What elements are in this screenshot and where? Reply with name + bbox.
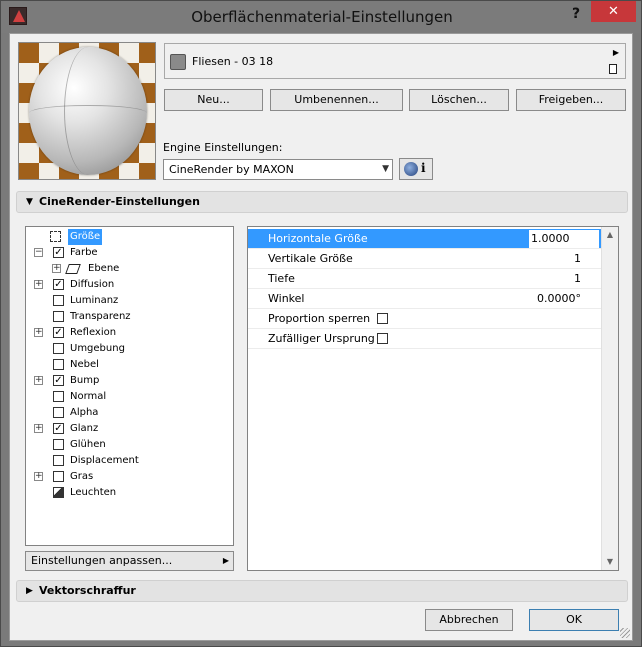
checkbox[interactable] xyxy=(53,391,64,402)
tree-item-groesse[interactable]: Größe xyxy=(26,229,232,245)
share-button[interactable]: Freigeben... xyxy=(516,89,626,111)
preview-sphere xyxy=(29,47,147,175)
engine-label: Engine Einstellungen: xyxy=(163,141,283,154)
triangle-right-icon: ▶ xyxy=(26,586,33,596)
checkbox[interactable] xyxy=(53,407,64,418)
tree-item-luminanz[interactable]: Luminanz xyxy=(26,293,232,309)
vertical-size-value[interactable]: 1 xyxy=(574,249,581,269)
tree-item-bump[interactable]: + ✓ Bump xyxy=(26,373,232,389)
engine-select[interactable]: CineRender by MAXON ▼ xyxy=(163,159,393,180)
scroll-up-icon[interactable]: ▲ xyxy=(602,227,618,243)
chevron-down-icon: ▼ xyxy=(382,164,389,174)
ok-button[interactable]: OK xyxy=(529,609,619,631)
random-origin-checkbox[interactable] xyxy=(377,333,388,344)
expand-icon[interactable]: + xyxy=(34,280,43,289)
material-swatch xyxy=(170,54,186,70)
new-button[interactable]: Neu... xyxy=(164,89,263,111)
checkbox[interactable] xyxy=(53,455,64,466)
material-preview xyxy=(18,42,156,180)
cinerender-section-title: CineRender-Einstellungen xyxy=(39,195,200,208)
property-row-random-origin[interactable]: Zufälliger Ursprung xyxy=(248,329,601,349)
tree-item-umgebung[interactable]: Umgebung xyxy=(26,341,232,357)
dialog-content: Fliesen - 03 18 ▶ Neu... Umbenennen... L… xyxy=(9,33,633,641)
document-icon[interactable] xyxy=(609,64,617,74)
archicad-app-icon xyxy=(9,7,27,25)
checkbox[interactable] xyxy=(53,359,64,370)
checkbox[interactable]: ✓ xyxy=(53,247,64,258)
cancel-button[interactable]: Abbrechen xyxy=(425,609,513,631)
customize-settings-label: Einstellungen anpassen... xyxy=(31,554,173,567)
tree-item-nebel[interactable]: Nebel xyxy=(26,357,232,373)
close-button[interactable]: ✕ xyxy=(591,1,636,22)
checkbox[interactable] xyxy=(53,295,64,306)
customize-settings-button[interactable]: Einstellungen anpassen... ▶ xyxy=(25,551,234,571)
property-scrollbar[interactable]: ▲ ▼ xyxy=(601,227,618,570)
material-name: Fliesen - 03 18 xyxy=(192,55,274,68)
rename-button[interactable]: Umbenennen... xyxy=(270,89,403,111)
checkbox[interactable] xyxy=(50,231,61,242)
collapse-icon[interactable]: − xyxy=(34,248,43,257)
checkbox[interactable]: ✓ xyxy=(53,375,64,386)
layers-icon xyxy=(65,264,81,274)
expand-icon[interactable]: + xyxy=(34,424,43,433)
lock-proportion-checkbox[interactable] xyxy=(377,313,388,324)
property-grid[interactable]: Horizontale Größe 1.0000 Vertikale Größe… xyxy=(247,226,619,571)
dialog-window: Oberflächenmaterial-Einstellungen ? ✕ Fl… xyxy=(0,0,642,647)
engine-info-button[interactable]: i xyxy=(399,158,433,180)
tree-item-leuchten[interactable]: Leuchten xyxy=(26,485,232,501)
property-row-lock-proportion[interactable]: Proportion sperren xyxy=(248,309,601,329)
vector-hatch-section-header[interactable]: ▶ Vektorschraffur xyxy=(16,580,628,602)
material-selector[interactable]: Fliesen - 03 18 ▶ xyxy=(164,43,626,79)
expand-icon[interactable]: + xyxy=(34,472,43,481)
tree-item-displacement[interactable]: Displacement xyxy=(26,453,232,469)
tree-item-ebene[interactable]: + Ebene xyxy=(26,261,232,277)
tree-item-reflexion[interactable]: + ✓ Reflexion xyxy=(26,325,232,341)
checkbox[interactable]: ✓ xyxy=(53,327,64,338)
tree-item-alpha[interactable]: Alpha xyxy=(26,405,232,421)
tree-item-diffusion[interactable]: + ✓ Diffusion xyxy=(26,277,232,293)
channel-tree[interactable]: Größe − ✓ Farbe + Ebene + ✓ Diffusion Lu… xyxy=(25,226,234,546)
vector-hatch-section-title: Vektorschraffur xyxy=(39,584,136,597)
tree-item-farbe[interactable]: − ✓ Farbe xyxy=(26,245,232,261)
help-button[interactable]: ? xyxy=(564,5,588,23)
title-bar[interactable]: Oberflächenmaterial-Einstellungen ? ✕ xyxy=(1,1,641,33)
property-row-angle[interactable]: Winkel 0.0000° xyxy=(248,289,601,309)
menu-arrow-icon: ▶ xyxy=(222,556,229,565)
cinerender-section-header[interactable]: ▼ CineRender-Einstellungen xyxy=(16,191,628,213)
tree-item-glanz[interactable]: + ✓ Glanz xyxy=(26,421,232,437)
cinema4d-logo-icon xyxy=(404,162,418,176)
checkbox[interactable]: ✓ xyxy=(53,423,64,434)
tree-item-gluehen[interactable]: Glühen xyxy=(26,437,232,453)
scroll-down-icon[interactable]: ▼ xyxy=(602,554,618,570)
tree-item-gras[interactable]: + Gras xyxy=(26,469,232,485)
property-row-vertical-size[interactable]: Vertikale Größe 1 xyxy=(248,249,601,269)
window-title: Oberflächenmaterial-Einstellungen xyxy=(191,8,453,26)
engine-selected-value: CineRender by MAXON xyxy=(169,163,294,176)
checkbox[interactable] xyxy=(53,471,64,482)
resize-grip-icon[interactable] xyxy=(620,628,630,638)
material-menu-arrow-icon[interactable]: ▶ xyxy=(613,48,619,57)
expand-icon[interactable]: + xyxy=(52,264,61,273)
light-icon xyxy=(53,487,64,498)
tree-item-transparenz[interactable]: Transparenz xyxy=(26,309,232,325)
checkbox[interactable] xyxy=(53,311,64,322)
property-row-depth[interactable]: Tiefe 1 xyxy=(248,269,601,289)
checkbox[interactable] xyxy=(53,439,64,450)
checkbox[interactable] xyxy=(53,343,64,354)
info-icon: i xyxy=(421,161,426,175)
checkbox[interactable]: ✓ xyxy=(53,279,64,290)
expand-icon[interactable]: + xyxy=(34,328,43,337)
horizontal-size-input[interactable]: 1.0000 xyxy=(529,230,599,248)
angle-value[interactable]: 0.0000° xyxy=(537,289,581,309)
expand-icon[interactable]: + xyxy=(34,376,43,385)
triangle-down-icon: ▼ xyxy=(26,197,33,207)
delete-button[interactable]: Löschen... xyxy=(409,89,509,111)
property-row-horizontal-size[interactable]: Horizontale Größe 1.0000 xyxy=(248,229,601,249)
tree-item-normal[interactable]: Normal xyxy=(26,389,232,405)
depth-value[interactable]: 1 xyxy=(574,269,581,289)
